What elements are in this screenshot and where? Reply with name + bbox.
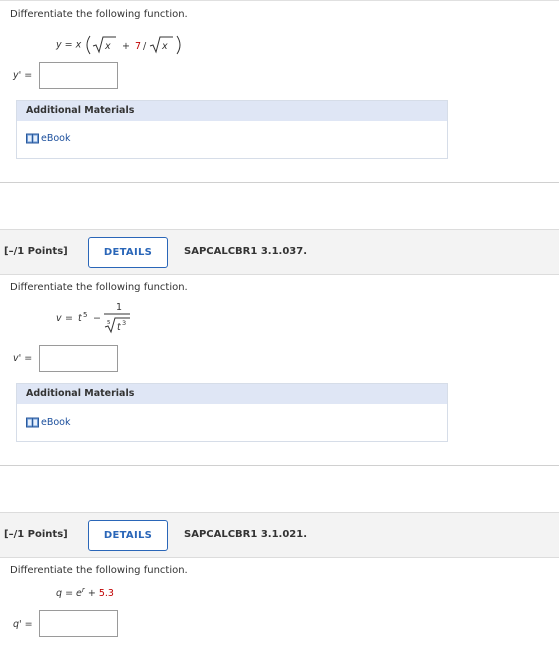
question-1-answer-label: y' =: [13, 70, 33, 81]
question-2-additional-materials: Additional Materials eBook: [16, 383, 448, 442]
eq-lhs: q: [56, 588, 63, 600]
eq-prefix: x: [75, 39, 82, 51]
eq-coef: 7: [135, 41, 141, 52]
eq-rad-exp: 3: [122, 319, 126, 327]
ebook-link[interactable]: eBook: [26, 133, 71, 144]
svg-text:=: =: [65, 313, 73, 324]
question-2-prompt: Differentiate the following function.: [10, 282, 188, 293]
question-2-header-bar: [–/1 Points] DETAILS SAPCALCBR1 3.1.037.: [0, 229, 559, 275]
eq-minus: −: [93, 313, 101, 324]
question-3-equation: q = er + 5.3: [56, 586, 114, 600]
top-divider: [0, 0, 559, 1]
question-2-points: [–/1 Points]: [4, 246, 68, 257]
question-3-prompt: Differentiate the following function.: [10, 565, 188, 576]
eq-exp: r: [81, 586, 85, 594]
ebook-label: eBook: [41, 417, 71, 428]
ebook-link[interactable]: eBook: [26, 417, 71, 428]
question-3-answer-input[interactable]: [39, 610, 118, 637]
question-1-prompt: Differentiate the following function.: [10, 9, 188, 20]
question-3-answer-label: q' =: [13, 619, 33, 630]
eq-fraction-expression: v = t 5 − 1 5 t 3: [56, 302, 130, 334]
question-1-answer-input[interactable]: [39, 62, 118, 89]
question-3-header-bar: [–/1 Points] DETAILS SAPCALCBR1 3.1.021.: [0, 512, 559, 558]
eq-slash: /: [143, 41, 147, 52]
question-2-answer-input[interactable]: [39, 345, 118, 372]
eq-lhs: y: [56, 39, 62, 51]
eq-lhs: v: [56, 313, 62, 324]
question-2-details-button[interactable]: DETAILS: [88, 237, 168, 268]
section-divider-2: [0, 465, 559, 466]
question-2-equation: v = t 5 − 1 5 t 3: [56, 300, 136, 334]
question-2-answer-label: v' =: [13, 353, 33, 364]
question-3-id: SAPCALCBR1 3.1.021.: [184, 529, 308, 540]
materials-header: Additional Materials: [17, 384, 447, 404]
eq-exp: 5: [83, 311, 87, 319]
question-2-id: SAPCALCBR1 3.1.037.: [184, 246, 308, 257]
eq-plus: +: [122, 41, 130, 52]
question-1-equation: y = x x + 7 / x: [56, 34, 196, 56]
eq-root-index: 5: [107, 320, 111, 326]
section-divider-1: [0, 182, 559, 183]
eq-radical-expression: x + 7 / x: [86, 35, 181, 55]
materials-header: Additional Materials: [17, 101, 447, 121]
eq-sqrt-den: x: [161, 41, 168, 52]
eq-numerator: 1: [116, 302, 122, 313]
question-3-details-button[interactable]: DETAILS: [88, 520, 168, 551]
book-icon: [26, 133, 39, 144]
book-icon: [26, 417, 39, 428]
eq-constant: 5.3: [98, 588, 114, 600]
question-1-additional-materials: Additional Materials eBook: [16, 100, 448, 159]
ebook-label: eBook: [41, 133, 71, 144]
question-3-points: [–/1 Points]: [4, 529, 68, 540]
eq-plus: +: [87, 588, 96, 600]
eq-sqrt-term: x: [104, 41, 111, 52]
